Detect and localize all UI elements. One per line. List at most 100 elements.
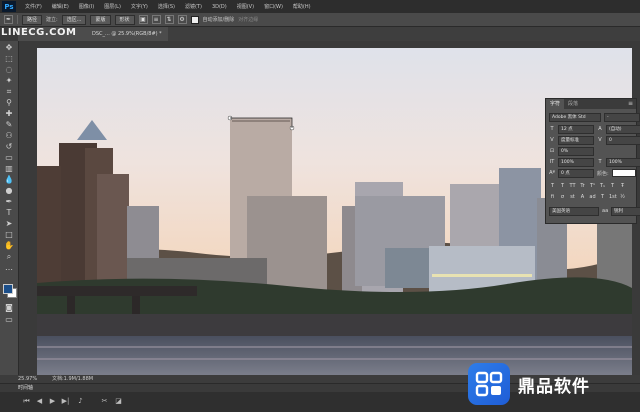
titling-button[interactable]: T <box>599 194 606 201</box>
baseline-shift-field[interactable]: 0 点 <box>558 168 594 178</box>
path-selection-tool-icon[interactable]: ➤ <box>4 219 14 229</box>
font-style-select[interactable]: - <box>604 112 640 122</box>
all-caps-button[interactable]: TT <box>569 183 576 190</box>
tab-paragraph[interactable]: 段落 <box>564 99 582 109</box>
font-size-icon: T <box>550 126 554 132</box>
language-row: 美国英语 aa 锐利 <box>549 206 640 216</box>
underline-button[interactable]: T <box>609 183 616 190</box>
faux-bold-button[interactable]: T <box>549 183 556 190</box>
toolbox: ✥ ⬚ ◌ ✦ ⌗ ⚲ ✚ ✎ ⚇ ↺ ▭ ▥ 💧 ● ✒ T ➤ □ ✋ ⌕ … <box>0 41 19 375</box>
vertical-scale-field[interactable]: 100% <box>558 157 594 167</box>
font-family-select[interactable]: Adobe 黑体 Std <box>549 112 601 122</box>
auto-add-delete-checkbox[interactable] <box>190 15 199 24</box>
swash-button[interactable]: A <box>579 194 586 201</box>
color-label: 颜色: <box>597 170 609 177</box>
path-operations-icon[interactable]: ▣ <box>138 15 148 24</box>
faux-italic-button[interactable]: T <box>559 183 566 190</box>
ligature-button[interactable]: fi <box>549 194 556 201</box>
kerning-icon: V <box>550 137 554 143</box>
type-tool-icon[interactable]: T <box>4 208 14 218</box>
scale-row: ⊡ 0% <box>549 146 594 156</box>
leading-field[interactable]: (自动) <box>606 124 640 134</box>
menu-type[interactable]: 文字(Y) <box>126 3 153 10</box>
first-frame-icon[interactable]: ⏮ <box>22 397 31 406</box>
divider <box>17 15 18 24</box>
path-arrangement-icon[interactable]: ⇅ <box>164 15 174 24</box>
transition-icon[interactable]: ◪ <box>114 397 123 406</box>
play-icon[interactable]: ▶ <box>48 397 57 406</box>
menu-layer[interactable]: 图层(L) <box>99 3 126 10</box>
move-tool-icon[interactable]: ✥ <box>4 43 14 53</box>
marquee-tool-icon[interactable]: ⬚ <box>4 54 14 64</box>
align-edges-label: 对齐边缘 <box>238 17 259 23</box>
zoom-tool-icon[interactable]: ⌕ <box>4 252 14 262</box>
selection-button[interactable]: 选区... <box>61 14 87 25</box>
menu-file[interactable]: 文件(F) <box>20 3 47 10</box>
previous-frame-icon[interactable]: ◀ <box>35 397 44 406</box>
screen-mode-icon[interactable]: ▭ <box>4 315 14 325</box>
zoom-level[interactable]: 25.97% <box>18 375 37 383</box>
path-alignment-icon[interactable]: ≡ <box>151 15 161 24</box>
audio-icon[interactable]: ♪ <box>76 397 85 406</box>
dodge-tool-icon[interactable]: ● <box>4 186 14 196</box>
rectangle-tool-icon[interactable]: □ <box>4 230 14 240</box>
eraser-tool-icon[interactable]: ▭ <box>4 153 14 163</box>
mask-button[interactable]: 蒙版 <box>90 14 111 25</box>
menu-image[interactable]: 图像(I) <box>74 3 99 10</box>
menu-help[interactable]: 帮助(H) <box>288 3 316 10</box>
eyedropper-tool-icon[interactable]: ⚲ <box>4 98 14 108</box>
menu-filter[interactable]: 滤镜(T) <box>180 3 207 10</box>
gradient-tool-icon[interactable]: ▥ <box>4 164 14 174</box>
fractions-button[interactable]: ½ <box>619 194 626 201</box>
language-select[interactable]: 美国英语 <box>549 206 599 216</box>
quick-mask-icon[interactable]: ◙ <box>4 303 14 313</box>
hand-tool-icon[interactable]: ✋ <box>4 241 14 251</box>
strikethrough-button[interactable]: Ŧ <box>619 183 626 190</box>
healing-brush-tool-icon[interactable]: ✚ <box>4 109 14 119</box>
contextual-alternates-button[interactable]: σ <box>559 194 566 201</box>
menu-select[interactable]: 选择(S) <box>153 3 180 10</box>
baseline-row: Aª 0 点 颜色: <box>549 168 636 178</box>
opentype-buttons-row: fi σ st A ad T 1st ½ <box>549 193 626 201</box>
kerning-field[interactable]: 度量标准 <box>558 135 594 145</box>
ordinals-button[interactable]: 1st <box>609 194 617 201</box>
tab-character[interactable]: 字符 <box>546 99 565 109</box>
horizontal-scale-field[interactable]: 100% <box>606 157 640 167</box>
split-icon[interactable]: ✂ <box>100 397 109 406</box>
stylistic-alternates-button[interactable]: ad <box>589 194 596 201</box>
crop-tool-icon[interactable]: ⌗ <box>4 87 14 97</box>
blur-tool-icon[interactable]: 💧 <box>4 175 14 185</box>
tracking-field[interactable]: 0 <box>606 135 640 145</box>
history-brush-tool-icon[interactable]: ↺ <box>4 142 14 152</box>
discretionary-ligatures-button[interactable]: st <box>569 194 576 201</box>
menu-view[interactable]: 视图(V) <box>232 3 259 10</box>
document-size-info[interactable]: 文档:1.9M/1.88M <box>52 375 93 383</box>
foreground-color-swatch[interactable] <box>3 284 13 294</box>
document-canvas[interactable] <box>37 48 632 376</box>
lasso-tool-icon[interactable]: ◌ <box>4 65 14 75</box>
magic-wand-tool-icon[interactable]: ✦ <box>4 76 14 86</box>
panel-menu-icon[interactable]: ≡ <box>628 99 633 109</box>
gear-icon[interactable]: ⚙ <box>177 15 187 24</box>
next-frame-icon[interactable]: ▶| <box>61 397 70 406</box>
clone-stamp-tool-icon[interactable]: ⚇ <box>4 131 14 141</box>
superscript-button[interactable]: T¹ <box>589 183 596 190</box>
font-size-field[interactable]: 12 点 <box>558 124 594 134</box>
brush-tool-icon[interactable]: ✎ <box>4 120 14 130</box>
menu-window[interactable]: 窗口(W) <box>259 3 288 10</box>
antialias-select[interactable]: 锐利 <box>611 206 640 216</box>
small-caps-button[interactable]: Tr <box>579 183 586 190</box>
menu-3d[interactable]: 3D(D) <box>207 4 232 10</box>
pen-tool-icon-selected[interactable]: ✒ <box>4 197 14 207</box>
subscript-button[interactable]: T₁ <box>599 183 606 190</box>
tsume-field[interactable]: 0% <box>558 146 594 156</box>
shape-button[interactable]: 形状 <box>114 14 135 25</box>
mode-select[interactable]: 路径 <box>22 14 43 25</box>
leading-icon: A <box>598 126 602 132</box>
more-tools-icon[interactable]: … <box>4 263 14 273</box>
text-color-swatch[interactable] <box>611 169 636 177</box>
menu-edit[interactable]: 编辑(E) <box>47 3 74 10</box>
character-panel: 字符 段落 ≡ Adobe 黑体 Std - T 12 点 A (自动) V 度… <box>545 98 640 224</box>
pen-tool-icon[interactable]: ✒ <box>4 15 13 24</box>
menu-bar: Ps 文件(F) 编辑(E) 图像(I) 图层(L) 文字(Y) 选择(S) 滤… <box>0 0 640 13</box>
